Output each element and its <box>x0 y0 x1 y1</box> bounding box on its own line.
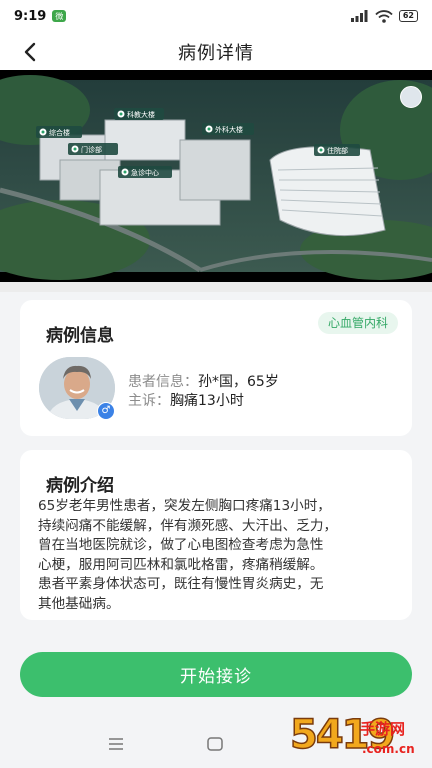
complaint-value: 胸痛13小时 <box>170 393 244 409</box>
building-label-text: 住院部 <box>327 146 348 155</box>
case-intro-title: 病例介绍 <box>46 476 114 496</box>
complaint-row: 主诉：胸痛13小时 <box>128 390 244 410</box>
chevron-left-icon <box>24 42 36 62</box>
intro-line: 其他基础病。 <box>38 595 120 612</box>
building-label-outpatient: 门诊部 <box>68 143 118 155</box>
status-bar: 9:19 微 62 <box>0 0 432 32</box>
intro-line: 患者平素身体状态可，既往有慢性胃炎病史，无 <box>38 576 324 593</box>
case-intro-text: 65岁老年男性患者，突发左侧胸口疼痛13小时， 持续闷痛不能缓解，伴有濒死感、大… <box>38 497 404 615</box>
department-badge: 心血管内科 <box>317 312 398 334</box>
building-label-surgery: 外科大楼 <box>202 123 254 135</box>
site-watermark-logo: 5419 手游网 .com.cn <box>289 711 428 766</box>
intro-line: 曾在当地医院就诊，做了心电图检查考虑为急性 <box>38 537 324 554</box>
hospital-aerial-image: 科教大楼 综合楼 门诊部 外科大楼 住院部 急诊中心 <box>0 70 432 282</box>
building-label-science: 科教大楼 <box>114 108 164 120</box>
case-intro-card: 病例介绍 65岁老年男性患者，突发左侧胸口疼痛13小时， 持续闷痛不能缓解，伴有… <box>20 450 412 620</box>
case-info-title: 病例信息 <box>46 326 114 346</box>
status-time: 9:19 <box>14 8 47 24</box>
building-label-emergency: 急诊中心 <box>118 166 172 178</box>
wifi-icon <box>375 9 393 23</box>
back-button[interactable] <box>14 36 46 68</box>
watermark-name: 手游网 <box>360 720 406 738</box>
status-icons: 62 <box>350 9 418 23</box>
signal-icon <box>350 10 368 22</box>
hero-divider <box>0 282 432 292</box>
home-icon[interactable] <box>207 737 223 751</box>
patient-info-label: 患者信息： <box>128 374 198 390</box>
complaint-label: 主诉： <box>128 393 170 409</box>
hero-user-avatar[interactable] <box>400 86 422 108</box>
start-consultation-button[interactable]: 开始接诊 <box>20 652 412 697</box>
building-label-general: 综合楼 <box>36 126 82 138</box>
nav-bar: 病例详情 <box>0 32 432 72</box>
building-label-text: 急诊中心 <box>131 168 159 177</box>
intro-line: 持续闷痛不能缓解，伴有濒死感、大汗出、乏力， <box>38 517 338 534</box>
menu-icon[interactable] <box>108 737 124 751</box>
page-title: 病例详情 <box>178 43 254 64</box>
building-label-inpatient: 住院部 <box>314 144 360 156</box>
intro-line: 心梗，服用阿司匹林和氯吡格雷，疼痛稍缓解。 <box>38 556 324 573</box>
building-label-text: 综合楼 <box>49 128 70 137</box>
building-label-text: 门诊部 <box>81 145 102 154</box>
building-label-text: 外科大楼 <box>215 125 243 134</box>
male-icon: ♂ <box>97 402 115 420</box>
patient-info-value: 孙*国，65岁 <box>198 374 279 390</box>
case-info-card: 病例信息 心血管内科 ♂ 患者信息：孙*国，65岁 主诉：胸痛13小时 <box>20 300 412 436</box>
building-label-text: 科教大楼 <box>127 110 155 119</box>
patient-info-row: 患者信息：孙*国，65岁 <box>128 371 279 391</box>
watermark-url: .com.cn <box>362 742 415 756</box>
intro-line: 65岁老年男性患者，突发左侧胸口疼痛13小时， <box>38 498 331 514</box>
wechat-notification-icon: 微 <box>52 10 67 22</box>
battery-icon: 62 <box>398 10 418 22</box>
